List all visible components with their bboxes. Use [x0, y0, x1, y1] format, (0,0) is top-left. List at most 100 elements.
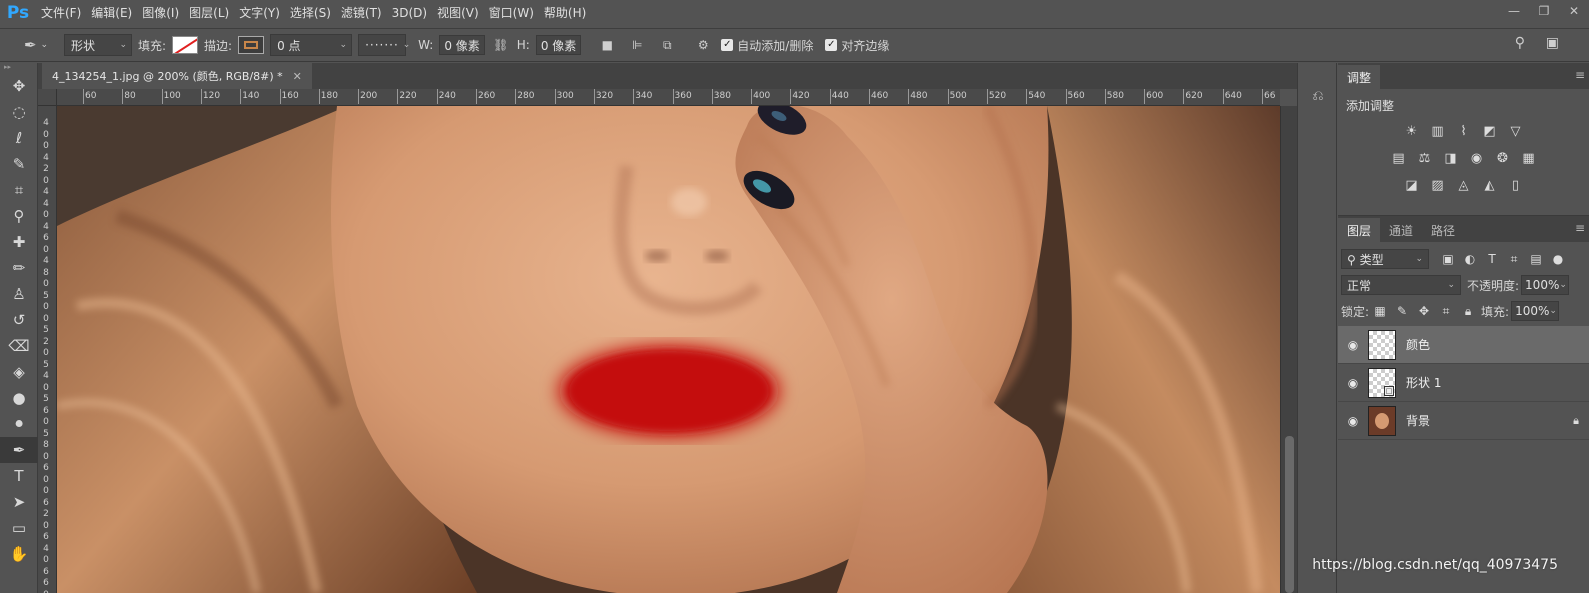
- close-icon[interactable]: ✕: [293, 70, 302, 83]
- smart-object-filter-icon[interactable]: ▤: [1525, 249, 1547, 269]
- lock-transparent-icon[interactable]: ▦: [1369, 301, 1391, 321]
- exposure-icon[interactable]: ◩: [1480, 122, 1500, 142]
- menu-item[interactable]: 选择(S): [285, 0, 336, 26]
- shape-filter-icon[interactable]: ⌗: [1503, 249, 1525, 269]
- align-edges-checkbox[interactable]: ✓: [825, 39, 838, 51]
- eye-icon[interactable]: ◉: [1338, 376, 1368, 390]
- crop-tool[interactable]: ⌗: [0, 177, 38, 203]
- align-edges-option[interactable]: ✓ 对齐边缘: [825, 34, 889, 56]
- photo-filter-icon[interactable]: ◉: [1467, 149, 1487, 169]
- restore-icon[interactable]: ❐: [1529, 0, 1559, 22]
- gear-icon[interactable]: ⚙: [691, 34, 715, 56]
- minimize-icon[interactable]: —: [1499, 0, 1529, 22]
- eye-icon[interactable]: ◉: [1338, 414, 1368, 428]
- channel-mixer-icon[interactable]: ❂: [1493, 149, 1513, 169]
- filter-toggle-icon[interactable]: ●: [1547, 249, 1569, 269]
- healing-brush-tool[interactable]: ✚: [0, 229, 38, 255]
- menu-item[interactable]: 视图(V): [432, 0, 484, 26]
- menu-item[interactable]: 帮助(H): [539, 0, 591, 26]
- auto-add-delete-option[interactable]: ✓ 自动添加/删除: [721, 34, 813, 56]
- tab-paths[interactable]: 路径: [1422, 218, 1464, 242]
- layer-thumbnail[interactable]: □: [1368, 367, 1396, 398]
- clone-stamp-tool[interactable]: ♙: [0, 281, 38, 307]
- brush-tool[interactable]: ✏: [0, 255, 38, 281]
- layer-name[interactable]: 形状 1: [1406, 374, 1563, 391]
- menu-item[interactable]: 窗口(W): [484, 0, 539, 26]
- history-panel-icon[interactable]: ⎌: [1298, 83, 1338, 109]
- color-lookup-icon[interactable]: ▦: [1519, 149, 1539, 169]
- color-balance-icon[interactable]: ⚖: [1415, 149, 1435, 169]
- dodge-tool[interactable]: ⚫: [0, 411, 38, 437]
- menu-item[interactable]: 文件(F): [36, 0, 86, 26]
- brightness-icon[interactable]: ☀: [1402, 122, 1422, 142]
- adjustment-filter-icon[interactable]: ◐: [1459, 249, 1481, 269]
- eye-icon[interactable]: ◉: [1338, 338, 1368, 352]
- lock-position-icon[interactable]: ✥: [1413, 301, 1435, 321]
- lasso-tool[interactable]: ℓ: [0, 125, 38, 151]
- scrollbar-thumb[interactable]: [1285, 436, 1294, 593]
- fill-field[interactable]: 100% ⌄: [1511, 301, 1560, 321]
- tab-channels[interactable]: 通道: [1380, 218, 1422, 242]
- panel-menu-icon[interactable]: ≡: [1575, 221, 1585, 235]
- stroke-swatch[interactable]: [238, 36, 265, 54]
- tool-mode-dropdown[interactable]: 形状 ⌄: [64, 34, 132, 56]
- selective-color-icon[interactable]: ◭: [1480, 176, 1500, 196]
- vibrance-icon[interactable]: ▽: [1506, 122, 1526, 142]
- eyedropper-tool[interactable]: ⚲: [0, 203, 38, 229]
- fill-swatch[interactable]: [172, 36, 199, 54]
- blur-tool[interactable]: ●: [0, 385, 38, 411]
- lock-all-icon[interactable]: 🔒︎: [1457, 301, 1479, 321]
- vertical-ruler[interactable]: 4004204404604805005205405605806006206406…: [38, 106, 57, 593]
- tab-layers[interactable]: 图层: [1338, 218, 1381, 242]
- document-canvas[interactable]: [57, 106, 1280, 593]
- height-field[interactable]: 0 像素: [535, 35, 582, 55]
- paint-bucket-tool[interactable]: ◈: [0, 359, 38, 385]
- posterize-icon[interactable]: ▨: [1428, 176, 1448, 196]
- menu-item[interactable]: 编辑(E): [86, 0, 137, 26]
- eraser-tool[interactable]: ⌫: [0, 333, 38, 359]
- lock-artboard-icon[interactable]: ⌗: [1435, 301, 1457, 321]
- gradient-map-icon[interactable]: ▯: [1506, 176, 1526, 196]
- path-arrangement-icon[interactable]: ⧉: [655, 34, 679, 56]
- menu-item[interactable]: 滤镜(T): [336, 0, 387, 26]
- panel-grip[interactable]: ▸▸: [0, 63, 37, 73]
- path-select-tool[interactable]: ➤: [0, 489, 38, 515]
- layer-row[interactable]: ◉ 背景 🔒︎: [1338, 402, 1589, 440]
- move-tool[interactable]: ✥: [0, 73, 38, 99]
- layer-name[interactable]: 颜色: [1406, 336, 1563, 353]
- vertical-scrollbar[interactable]: [1280, 106, 1297, 593]
- menu-item[interactable]: 图层(L): [184, 0, 234, 26]
- pen-tool[interactable]: ✒: [0, 437, 38, 463]
- history-brush-tool[interactable]: ↺: [0, 307, 38, 333]
- layer-filter-dropdown[interactable]: ⚲ 类型 ⌄: [1341, 249, 1429, 269]
- invert-icon[interactable]: ◪: [1402, 176, 1422, 196]
- layer-row[interactable]: ◉ □ 形状 1: [1338, 364, 1589, 402]
- menu-item[interactable]: 文字(Y): [234, 0, 285, 26]
- horizontal-ruler[interactable]: 60 80 100 120 140 160 180 200 220 240 260 280 300 320…: [57, 89, 1280, 106]
- panel-menu-icon[interactable]: ≡: [1575, 68, 1585, 82]
- threshold-icon[interactable]: ◬: [1454, 176, 1474, 196]
- menu-item[interactable]: 图像(I): [137, 0, 184, 26]
- link-icon[interactable]: ⛓: [491, 34, 511, 56]
- pixel-filter-icon[interactable]: ▣: [1437, 249, 1459, 269]
- search-icon[interactable]: ⚲: [1515, 35, 1525, 51]
- stroke-width-dropdown[interactable]: 0 点 ⌄: [270, 34, 353, 56]
- auto-add-delete-checkbox[interactable]: ✓: [721, 39, 734, 51]
- pen-tool-preset-icon[interactable]: ✒ ⌄: [14, 34, 58, 56]
- blend-mode-dropdown[interactable]: 正常 ⌄: [1341, 275, 1461, 295]
- curves-icon[interactable]: ⌇: [1454, 122, 1474, 142]
- workspace-icon[interactable]: ▣: [1546, 35, 1559, 51]
- close-icon[interactable]: ✕: [1559, 0, 1589, 22]
- levels-icon[interactable]: ▥: [1428, 122, 1448, 142]
- opacity-field[interactable]: 100% ⌄: [1521, 275, 1570, 295]
- document-tab[interactable]: 4_134254_1.jpg @ 200% (颜色, RGB/8#) * ✕: [42, 63, 312, 89]
- black-white-icon[interactable]: ◨: [1441, 149, 1461, 169]
- menu-item[interactable]: 3D(D): [387, 0, 432, 26]
- marquee-tool[interactable]: ◌: [0, 99, 38, 125]
- width-field[interactable]: 0 像素: [439, 35, 485, 55]
- path-alignment-icon[interactable]: ⊫: [625, 34, 649, 56]
- type-filter-icon[interactable]: T: [1481, 249, 1503, 269]
- layer-name[interactable]: 背景: [1406, 412, 1563, 429]
- layer-thumbnail[interactable]: [1368, 405, 1396, 436]
- hue-saturation-icon[interactable]: ▤: [1389, 149, 1409, 169]
